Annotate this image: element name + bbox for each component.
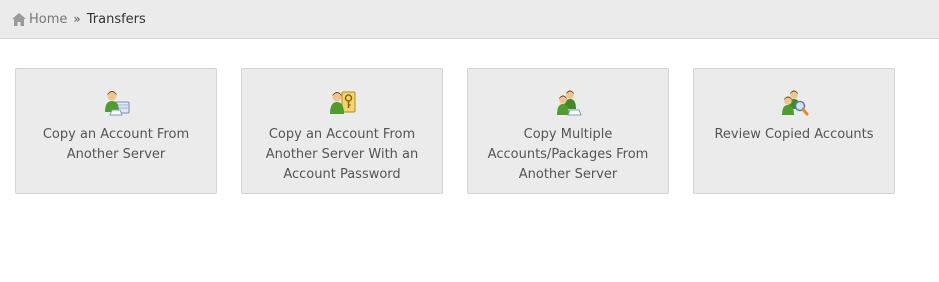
users-review-icon <box>782 90 809 116</box>
tile-label: Copy an Account From Another Server With… <box>265 127 419 182</box>
tile-label: Copy Multiple Accounts/Packages From Ano… <box>487 127 649 182</box>
breadcrumb-home-label[interactable]: Home <box>29 12 67 27</box>
tile-copy-account[interactable]: Copy an Account From Another Server <box>15 68 217 194</box>
tile-label: Copy an Account From Another Server <box>42 127 190 162</box>
breadcrumb: Home » Transfers <box>0 0 939 39</box>
home-icon <box>12 12 26 26</box>
tile-label: Review Copied Accounts <box>714 127 874 142</box>
breadcrumb-separator: » <box>73 12 81 26</box>
tile-copy-multiple-accounts[interactable]: Copy Multiple Accounts/Packages From Ano… <box>467 68 669 194</box>
breadcrumb-home-link[interactable]: Home <box>12 12 67 27</box>
user-copy-icon <box>105 91 130 116</box>
breadcrumb-current: Transfers <box>86 11 146 27</box>
user-key-icon <box>330 91 356 114</box>
tile-review-copied-accounts[interactable]: Review Copied Accounts <box>693 68 895 194</box>
tile-copy-account-with-password[interactable]: Copy an Account From Another Server With… <box>241 68 443 194</box>
users-copy-icon <box>557 90 582 116</box>
